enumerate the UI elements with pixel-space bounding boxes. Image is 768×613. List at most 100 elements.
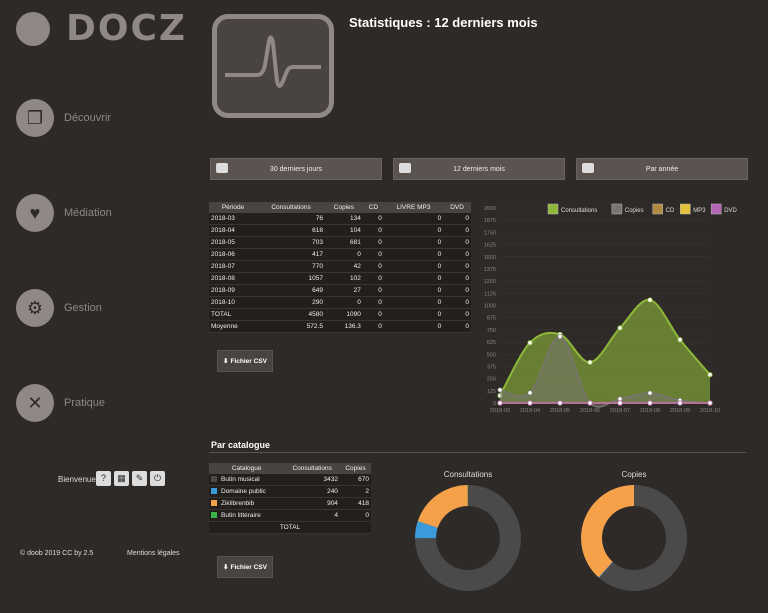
catalogue-name-cell: Butin littéraire xyxy=(209,509,285,522)
donut-slice xyxy=(417,485,468,528)
tab-label: Par année xyxy=(645,165,679,173)
edit-icon[interactable]: ✎ xyxy=(132,471,147,486)
data-point xyxy=(707,372,713,378)
data-point xyxy=(497,400,503,406)
area-chart: 0 125 250 375 500 625 750 875 1000 1125 1250 1375 15… xyxy=(484,203,738,414)
pulse-icon xyxy=(212,14,334,118)
table-cell: 0 xyxy=(362,260,384,273)
table-cell: 0 xyxy=(362,272,384,285)
sidebar-item-label: Gestion xyxy=(64,302,102,314)
column-header: Catalogue xyxy=(209,463,285,474)
table-cell: 0 xyxy=(443,272,471,285)
layout-icon[interactable]: ▦ xyxy=(114,471,129,486)
table-cell: 0 xyxy=(443,296,471,309)
table-cell: 2018-03 xyxy=(209,213,258,225)
sidebar-item-pratique[interactable]: ✕ Pratique xyxy=(16,383,186,423)
tab-12-months[interactable]: 12 derniers mois xyxy=(393,158,565,180)
power-icon[interactable]: ⏻ xyxy=(150,471,165,486)
tab-label: 30 derniers jours xyxy=(269,165,323,173)
table-cell: 4 xyxy=(284,509,340,522)
data-point xyxy=(527,340,533,346)
x-tick-label: 2018-04 xyxy=(520,408,540,414)
table-cell: 572.5 xyxy=(257,320,325,333)
legal-link[interactable]: Mentions légales xyxy=(127,550,180,557)
table-cell: 2018-09 xyxy=(209,284,258,297)
table-cell: 0 xyxy=(383,284,444,297)
table-cell: 102 xyxy=(324,272,363,285)
donut-slice xyxy=(581,485,634,578)
tab-30-days[interactable]: 30 derniers jours xyxy=(210,158,382,180)
table-cell: 104 xyxy=(324,224,363,237)
color-swatch xyxy=(211,512,217,519)
help-icon[interactable]: ? xyxy=(96,471,111,486)
legend-swatch xyxy=(652,203,663,215)
sidebar-item-decouvrir[interactable]: ❐ Découvrir xyxy=(16,98,186,138)
table-cell: 0 xyxy=(324,296,363,309)
table-row: 2018-07 770 42 0 0 0 xyxy=(209,260,471,273)
x-tick-label: 2018-08 xyxy=(640,408,660,414)
data-point xyxy=(647,400,653,406)
table-cell: 2 xyxy=(339,485,371,498)
column-header: Copies xyxy=(324,202,363,213)
legend-swatch xyxy=(611,203,623,215)
table-cell: 0 xyxy=(383,236,444,249)
legend-label: DVD xyxy=(724,208,737,214)
x-tick-label: 2018-03 xyxy=(490,408,510,414)
search-icon[interactable] xyxy=(16,12,50,46)
table-row: 2018-08 1057 102 0 0 0 xyxy=(209,272,471,285)
column-header: Consultations xyxy=(284,463,340,474)
catalogue-table: Catalogue Consultations Copies Butin mus… xyxy=(209,463,371,534)
donut-chart-copies xyxy=(581,485,687,591)
table-row: Ziklibrenbib 904 418 xyxy=(209,497,371,510)
color-swatch xyxy=(211,488,217,495)
catalogue-name: Domaine public xyxy=(221,488,266,495)
x-tick-label: 2018-10 xyxy=(700,408,720,414)
table-cell: 2018-07 xyxy=(209,260,258,273)
table-cell: 0 xyxy=(324,248,363,261)
y-tick-label: 1875 xyxy=(484,218,496,224)
table-cell: 1057 xyxy=(257,272,325,285)
table-cell: 0 xyxy=(383,260,444,273)
legend-label: CD xyxy=(666,208,675,214)
tools-icon: ✕ xyxy=(16,384,54,422)
color-swatch xyxy=(211,476,217,483)
table-row: Butin littéraire 4 0 xyxy=(209,509,371,522)
app-logo[interactable]: DOCZ xyxy=(66,8,187,49)
catalogue-name-cell: Ziklibrenbib xyxy=(209,497,285,510)
table-cell: 240 xyxy=(284,485,340,498)
table-cell: 0 xyxy=(383,224,444,237)
heart-icon: ♥ xyxy=(16,194,54,232)
table-cell: 0 xyxy=(443,284,471,297)
csv-download-button[interactable]: ⬇ Fichier CSV xyxy=(217,556,273,578)
table-cell: 0 xyxy=(443,236,471,249)
color-swatch xyxy=(211,500,217,507)
data-point xyxy=(617,400,623,406)
table-row: 2018-10 290 0 0 0 0 xyxy=(209,296,471,309)
sidebar-item-gestion[interactable]: ⚙ Gestion xyxy=(16,288,186,328)
table-cell: 27 xyxy=(324,284,363,297)
table-cell: 136.3 xyxy=(324,320,363,333)
data-point xyxy=(677,400,683,406)
sidebar-item-label: Pratique xyxy=(64,397,105,409)
table-row: Domaine public 240 2 xyxy=(209,485,371,498)
table-cell: 0 xyxy=(443,260,471,273)
table-row: 2018-09 649 27 0 0 0 xyxy=(209,284,471,297)
download-icon: ⬇ xyxy=(223,358,229,365)
donut-chart-consultations xyxy=(415,485,521,591)
data-point xyxy=(557,400,563,406)
tab-by-year[interactable]: Par année xyxy=(576,158,748,180)
y-tick-label: 0 xyxy=(493,401,496,407)
table-cell: 418 xyxy=(339,497,371,510)
table-cell: 0 xyxy=(362,213,384,225)
donut-title-consultations: Consultations xyxy=(443,470,493,479)
csv-download-button[interactable]: ⬇ Fichier CSV xyxy=(217,350,273,372)
table-row: TOTAL 4580 1090 0 0 0 xyxy=(209,308,471,321)
csv-label: Fichier CSV xyxy=(230,563,267,571)
data-point xyxy=(497,387,503,393)
column-header: Copies xyxy=(339,463,371,474)
legend-label: Copies xyxy=(625,208,644,214)
footer-copyright: © doob 2019 CC by 2.5 xyxy=(20,550,94,557)
table-cell: 649 xyxy=(257,284,325,297)
sidebar-item-mediation[interactable]: ♥ Médiation xyxy=(16,193,186,233)
table-cell: 0 xyxy=(383,320,444,333)
